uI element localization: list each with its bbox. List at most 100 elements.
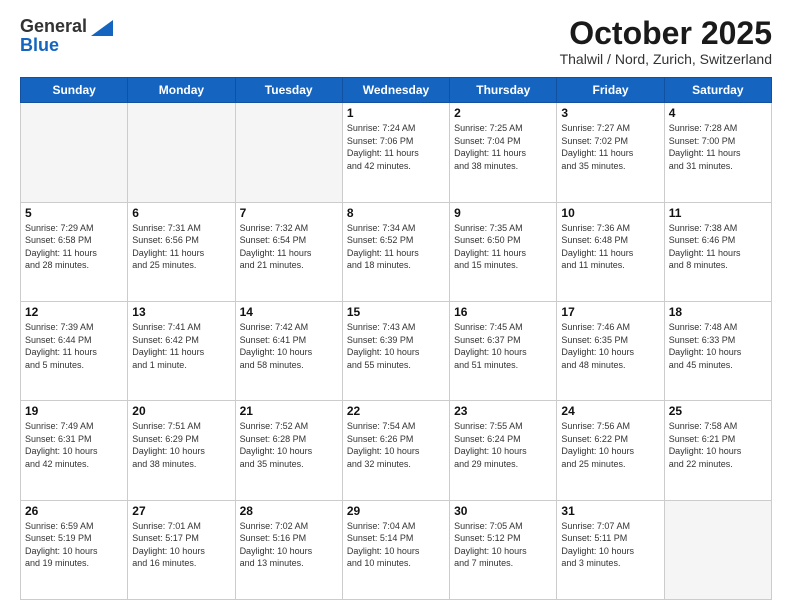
cell-text: Sunrise: 7:32 AM Sunset: 6:54 PM Dayligh… — [240, 222, 338, 272]
logo-blue-text: Blue — [20, 35, 59, 56]
calendar-week-row: 12Sunrise: 7:39 AM Sunset: 6:44 PM Dayli… — [21, 301, 772, 400]
day-number: 24 — [561, 404, 659, 418]
day-number: 14 — [240, 305, 338, 319]
logo-general-text: General — [20, 16, 87, 37]
calendar-cell: 18 Sunrise: 7:48 AM Sunset: 6:33 PM Dayli… — [664, 301, 771, 400]
day-number: 31 — [561, 504, 659, 518]
calendar-cell: 30 Sunrise: 7:05 AM Sunset: 5:12 PM Dayli… — [450, 500, 557, 599]
day-number: 26 — [25, 504, 123, 518]
day-number: 28 — [240, 504, 338, 518]
cell-text: Sunrise: 7:35 AM Sunset: 6:50 PM Dayligh… — [454, 222, 552, 272]
calendar-header-row: SundayMondayTuesdayWednesdayThursdayFrid… — [21, 78, 772, 103]
day-number: 11 — [669, 206, 767, 220]
day-number: 8 — [347, 206, 445, 220]
calendar-cell: 11 Sunrise: 7:38 AM Sunset: 6:46 PM Dayli… — [664, 202, 771, 301]
cell-text: Sunrise: 7:38 AM Sunset: 6:46 PM Dayligh… — [669, 222, 767, 272]
calendar-cell: 4Sunrise: 7:28 AM Sunset: 7:00 PM Daylig… — [664, 103, 771, 202]
cell-text: Sunrise: 7:29 AM Sunset: 6:58 PM Dayligh… — [25, 222, 123, 272]
day-number: 23 — [454, 404, 552, 418]
day-number: 30 — [454, 504, 552, 518]
calendar-day-header: Sunday — [21, 78, 128, 103]
calendar-cell: 1 Sunrise: 7:24 AM Sunset: 7:06 PM Daylig… — [342, 103, 449, 202]
cell-text: Sunrise: 7:43 AM Sunset: 6:39 PM Dayligh… — [347, 321, 445, 371]
cell-text: Sunrise: 7:01 AM Sunset: 5:17 PM Dayligh… — [132, 520, 230, 570]
day-number: 20 — [132, 404, 230, 418]
day-number: 3 — [561, 106, 659, 120]
day-number: 22 — [347, 404, 445, 418]
cell-text: Sunrise: 7:04 AM Sunset: 5:14 PM Dayligh… — [347, 520, 445, 570]
day-number: 21 — [240, 404, 338, 418]
cell-text: Sunrise: 7:48 AM Sunset: 6:33 PM Dayligh… — [669, 321, 767, 371]
calendar-day-header: Wednesday — [342, 78, 449, 103]
month-title: October 2025 — [560, 16, 772, 51]
cell-text: Sunrise: 7:02 AM Sunset: 5:16 PM Dayligh… — [240, 520, 338, 570]
calendar-cell: 15 Sunrise: 7:43 AM Sunset: 6:39 PM Dayli… — [342, 301, 449, 400]
day-number: 29 — [347, 504, 445, 518]
calendar-cell — [128, 103, 235, 202]
day-number: 10 — [561, 206, 659, 220]
day-number: 16 — [454, 305, 552, 319]
calendar-cell: 28 Sunrise: 7:02 AM Sunset: 5:16 PM Dayli… — [235, 500, 342, 599]
cell-text: Sunrise: 7:55 AM Sunset: 6:24 PM Dayligh… — [454, 420, 552, 470]
calendar-cell: 26Sunrise: 6:59 AM Sunset: 5:19 PM Dayli… — [21, 500, 128, 599]
page: General Blue October 2025 Thalwil / Nord… — [0, 0, 792, 612]
logo-icon — [91, 20, 113, 36]
calendar-cell: 22 Sunrise: 7:54 AM Sunset: 6:26 PM Dayli… — [342, 401, 449, 500]
cell-text: Sunrise: 7:49 AM Sunset: 6:31 PM Dayligh… — [25, 420, 123, 470]
calendar-cell: 24 Sunrise: 7:56 AM Sunset: 6:22 PM Dayli… — [557, 401, 664, 500]
calendar-day-header: Tuesday — [235, 78, 342, 103]
cell-text: Sunrise: 7:07 AM Sunset: 5:11 PM Dayligh… — [561, 520, 659, 570]
title-block: October 2025 Thalwil / Nord, Zurich, Swi… — [560, 16, 772, 67]
calendar-cell: 7 Sunrise: 7:32 AM Sunset: 6:54 PM Daylig… — [235, 202, 342, 301]
cell-text: Sunrise: 7:54 AM Sunset: 6:26 PM Dayligh… — [347, 420, 445, 470]
header: General Blue October 2025 Thalwil / Nord… — [20, 16, 772, 67]
calendar-cell — [664, 500, 771, 599]
day-number: 9 — [454, 206, 552, 220]
day-number: 2 — [454, 106, 552, 120]
day-number: 17 — [561, 305, 659, 319]
calendar-cell: 21 Sunrise: 7:52 AM Sunset: 6:28 PM Dayli… — [235, 401, 342, 500]
day-number: 5 — [25, 206, 123, 220]
calendar-cell: 27 Sunrise: 7:01 AM Sunset: 5:17 PM Dayli… — [128, 500, 235, 599]
calendar-cell: 10 Sunrise: 7:36 AM Sunset: 6:48 PM Dayli… — [557, 202, 664, 301]
calendar-cell: 6Sunrise: 7:31 AM Sunset: 6:56 PM Daylig… — [128, 202, 235, 301]
calendar-day-header: Saturday — [664, 78, 771, 103]
cell-text: Sunrise: 7:05 AM Sunset: 5:12 PM Dayligh… — [454, 520, 552, 570]
calendar-cell: 8Sunrise: 7:34 AM Sunset: 6:52 PM Daylig… — [342, 202, 449, 301]
day-number: 18 — [669, 305, 767, 319]
day-number: 7 — [240, 206, 338, 220]
cell-text: Sunrise: 7:31 AM Sunset: 6:56 PM Dayligh… — [132, 222, 230, 272]
day-number: 19 — [25, 404, 123, 418]
cell-text: Sunrise: 7:45 AM Sunset: 6:37 PM Dayligh… — [454, 321, 552, 371]
calendar-cell: 23 Sunrise: 7:55 AM Sunset: 6:24 PM Dayli… — [450, 401, 557, 500]
cell-text: Sunrise: 7:52 AM Sunset: 6:28 PM Dayligh… — [240, 420, 338, 470]
day-number: 15 — [347, 305, 445, 319]
cell-text: Sunrise: 7:24 AM Sunset: 7:06 PM Dayligh… — [347, 122, 445, 172]
calendar-cell — [235, 103, 342, 202]
calendar-week-row: 26Sunrise: 6:59 AM Sunset: 5:19 PM Dayli… — [21, 500, 772, 599]
calendar-cell: 12Sunrise: 7:39 AM Sunset: 6:44 PM Dayli… — [21, 301, 128, 400]
cell-text: Sunrise: 7:25 AM Sunset: 7:04 PM Dayligh… — [454, 122, 552, 172]
calendar-cell: 13 Sunrise: 7:41 AM Sunset: 6:42 PM Dayli… — [128, 301, 235, 400]
cell-text: Sunrise: 7:46 AM Sunset: 6:35 PM Dayligh… — [561, 321, 659, 371]
day-number: 27 — [132, 504, 230, 518]
cell-text: Sunrise: 7:56 AM Sunset: 6:22 PM Dayligh… — [561, 420, 659, 470]
calendar-cell: 16 Sunrise: 7:45 AM Sunset: 6:37 PM Dayli… — [450, 301, 557, 400]
calendar-day-header: Friday — [557, 78, 664, 103]
day-number: 1 — [347, 106, 445, 120]
cell-text: Sunrise: 7:42 AM Sunset: 6:41 PM Dayligh… — [240, 321, 338, 371]
calendar-table: SundayMondayTuesdayWednesdayThursdayFrid… — [20, 77, 772, 600]
calendar-cell — [21, 103, 128, 202]
calendar-week-row: 19 Sunrise: 7:49 AM Sunset: 6:31 PM Dayli… — [21, 401, 772, 500]
cell-text: Sunrise: 7:51 AM Sunset: 6:29 PM Dayligh… — [132, 420, 230, 470]
calendar-cell: 3Sunrise: 7:27 AM Sunset: 7:02 PM Daylig… — [557, 103, 664, 202]
cell-text: Sunrise: 7:36 AM Sunset: 6:48 PM Dayligh… — [561, 222, 659, 272]
calendar-cell: 17 Sunrise: 7:46 AM Sunset: 6:35 PM Dayli… — [557, 301, 664, 400]
calendar-cell: 19 Sunrise: 7:49 AM Sunset: 6:31 PM Dayli… — [21, 401, 128, 500]
cell-text: Sunrise: 7:39 AM Sunset: 6:44 PM Dayligh… — [25, 321, 123, 371]
day-number: 13 — [132, 305, 230, 319]
day-number: 25 — [669, 404, 767, 418]
cell-text: Sunrise: 7:41 AM Sunset: 6:42 PM Dayligh… — [132, 321, 230, 371]
calendar-cell: 9 Sunrise: 7:35 AM Sunset: 6:50 PM Daylig… — [450, 202, 557, 301]
calendar-cell: 20 Sunrise: 7:51 AM Sunset: 6:29 PM Dayli… — [128, 401, 235, 500]
